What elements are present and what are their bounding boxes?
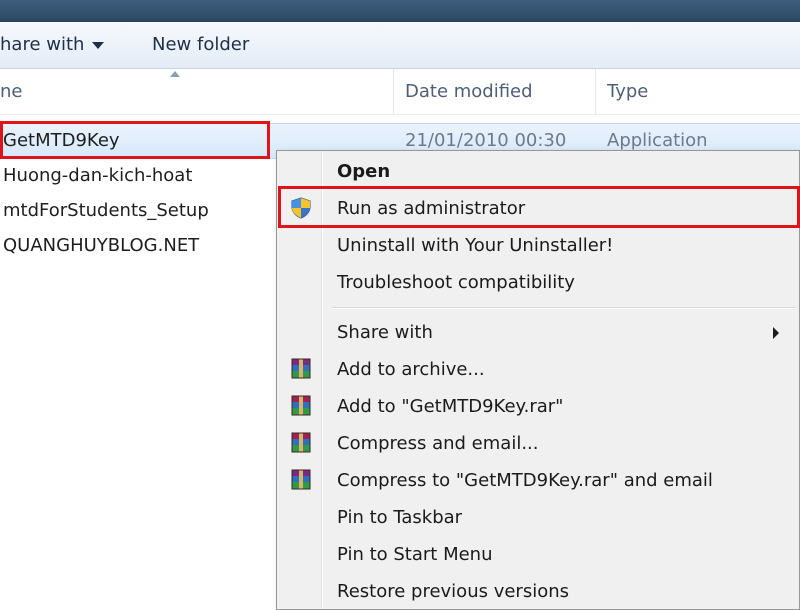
menu-item-troubleshoot[interactable]: Troubleshoot compatibility <box>279 264 797 301</box>
menu-item-compress-and-email[interactable]: Compress and email... <box>279 425 797 462</box>
file-name: QUANGHUYBLOG.NET <box>3 235 200 256</box>
menu-item-open[interactable]: Open <box>279 153 797 190</box>
column-divider[interactable] <box>595 69 596 114</box>
column-header-name[interactable]: ne <box>0 69 22 114</box>
menu-item-pin-to-start-menu[interactable]: Pin to Start Menu <box>279 536 797 573</box>
file-name: Huong-dan-kich-hoat <box>3 165 193 186</box>
menu-item-share-with[interactable]: Share with <box>279 314 797 351</box>
menu-item-label: Uninstall with Your Uninstaller! <box>337 235 614 256</box>
column-header-date-modified[interactable]: Date modified <box>405 69 533 114</box>
highlight-box-run-as-admin <box>278 186 800 228</box>
menu-item-label: Add to archive... <box>337 359 485 380</box>
menu-item-add-to-archive[interactable]: Add to archive... <box>279 351 797 388</box>
menu-item-label: Troubleshoot compatibility <box>337 272 575 293</box>
file-name: mtdForStudents_Setup <box>3 200 209 221</box>
menu-item-label: Compress to "GetMTD9Key.rar" and email <box>337 470 713 491</box>
menu-item-uninstall[interactable]: Uninstall with Your Uninstaller! <box>279 227 797 264</box>
menu-item-label: Pin to Start Menu <box>337 544 493 565</box>
new-folder-button[interactable]: New folder <box>152 22 249 68</box>
menu-item-pin-to-taskbar[interactable]: Pin to Taskbar <box>279 499 797 536</box>
menu-item-label: Restore previous versions <box>337 581 570 602</box>
menu-item-label: Add to "GetMTD9Key.rar" <box>337 396 564 417</box>
menu-item-label: Share with <box>337 322 433 343</box>
chevron-down-icon <box>92 41 105 49</box>
column-header-row: ne Date modified Type <box>0 69 800 115</box>
column-divider[interactable] <box>393 69 394 114</box>
menu-item-compress-to-rar-and-email[interactable]: Compress to "GetMTD9Key.rar" and email <box>279 462 797 499</box>
menu-item-restore-previous-versions[interactable]: Restore previous versions <box>279 573 797 610</box>
submenu-arrow-icon <box>773 327 779 339</box>
command-bar: hare with New folder <box>0 22 800 69</box>
winrar-icon <box>291 432 311 453</box>
menu-item-label: Open <box>337 161 391 182</box>
share-with-label: hare with <box>0 34 85 55</box>
menu-item-add-to-rar[interactable]: Add to "GetMTD9Key.rar" <box>279 388 797 425</box>
winrar-icon <box>291 395 311 416</box>
column-header-type[interactable]: Type <box>607 69 648 114</box>
sort-ascending-icon <box>170 71 180 77</box>
share-with-button[interactable]: hare with <box>0 22 105 68</box>
menu-separator <box>333 307 795 309</box>
menu-item-label: Pin to Taskbar <box>337 507 463 528</box>
menu-item-label: Compress and email... <box>337 433 539 454</box>
winrar-icon <box>291 469 311 490</box>
winrar-icon <box>291 358 311 379</box>
highlight-box-file <box>0 121 270 159</box>
